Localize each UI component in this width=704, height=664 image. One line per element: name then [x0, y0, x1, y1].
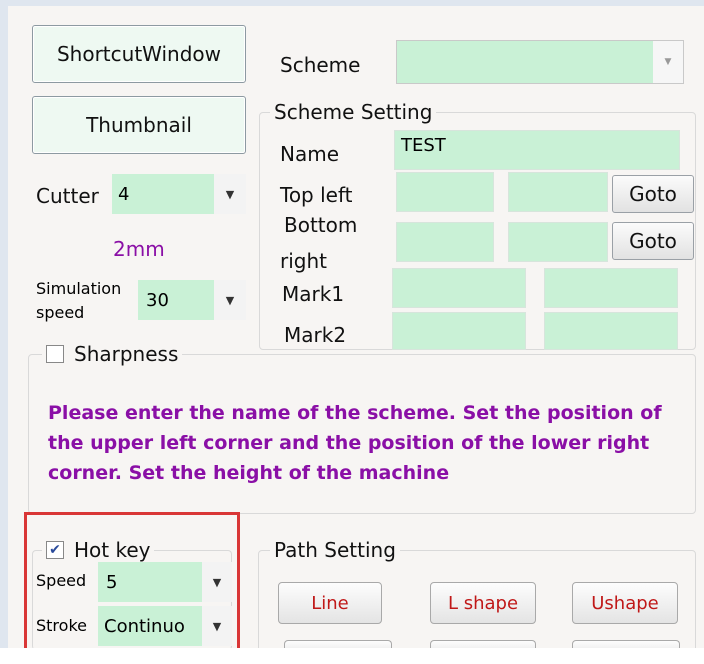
mark1-y-input[interactable] [544, 268, 678, 308]
u-shape-path-button[interactable]: Ushape [572, 582, 678, 624]
simulation-speed-value: 30 [138, 280, 214, 320]
bottom-right-y-input[interactable] [508, 222, 608, 262]
hotkey-checkbox-row[interactable]: ✔ Hot key [42, 538, 155, 562]
window-left-edge [0, 0, 8, 664]
shortcut-window-button-label: ShortcutWindow [56, 42, 222, 66]
simulation-speed-label: Simulation speed [36, 277, 121, 325]
bottom-right-label-line1: Bottom [284, 213, 358, 237]
thumbnail-button-label: Thumbnail [86, 113, 192, 137]
mark1-label: Mark1 [282, 282, 345, 306]
mark1-x-input[interactable] [392, 268, 526, 308]
check-icon: ✔ [49, 542, 61, 558]
simulation-speed-label-line1: Simulation [36, 279, 122, 298]
scheme-dropdown-arrow-icon[interactable]: ▼ [653, 41, 683, 83]
sharpness-checkbox-row[interactable]: Sharpness [42, 342, 183, 366]
line-path-button-label: Line [311, 592, 349, 614]
sharpness-checkbox[interactable] [46, 345, 64, 363]
goto-bottom-right-label: Goto [629, 229, 677, 253]
hotkey-checkbox[interactable]: ✔ [46, 541, 64, 559]
name-input[interactable]: TEST [394, 130, 680, 170]
speed-select[interactable]: 5 ▼ [98, 562, 232, 602]
l-shape-path-button[interactable]: L shape [430, 582, 536, 624]
stroke-select-value: Continuo [98, 606, 202, 646]
l-shape-path-button-label: L shape [447, 592, 519, 614]
scheme-select[interactable]: ▼ [396, 40, 684, 84]
scheme-label: Scheme [280, 53, 361, 77]
simulation-speed-label-line2: speed [36, 303, 85, 322]
top-left-y-input[interactable] [508, 172, 608, 212]
scheme-setting-title: Scheme Setting [270, 100, 437, 124]
scheme-select-value [397, 41, 653, 83]
bottom-right-x-input[interactable] [396, 222, 494, 262]
line-path-button[interactable]: Line [278, 582, 382, 624]
cutter-size-value: 2mm [113, 237, 165, 261]
cutter-label: Cutter [36, 184, 99, 208]
mark2-x-input[interactable] [392, 312, 526, 350]
name-label: Name [280, 142, 340, 166]
cutter-select-value: 4 [112, 174, 214, 214]
window-bottom-edge [0, 648, 704, 664]
bottom-right-label-line2: right [280, 249, 327, 273]
path-setting-title: Path Setting [270, 538, 400, 562]
stroke-dropdown-arrow-icon[interactable]: ▼ [202, 606, 232, 646]
sharpness-label: Sharpness [74, 342, 179, 366]
hotkey-label: Hot key [74, 538, 151, 562]
instruction-message: Please enter the name of the scheme. Set… [48, 402, 662, 484]
thumbnail-button[interactable]: Thumbnail [32, 96, 246, 154]
simulation-speed-dropdown-arrow-icon[interactable]: ▼ [214, 280, 246, 320]
simulation-speed-select[interactable]: 30 ▼ [138, 280, 246, 320]
shortcut-window-button[interactable]: ShortcutWindow [32, 25, 246, 83]
stroke-select[interactable]: Continuo ▼ [98, 606, 232, 646]
cutter-select[interactable]: 4 ▼ [112, 174, 246, 214]
goto-bottom-right-button[interactable]: Goto [612, 222, 694, 260]
top-left-x-input[interactable] [396, 172, 494, 212]
stroke-label: Stroke [36, 616, 87, 635]
u-shape-path-button-label: Ushape [591, 592, 659, 614]
mark2-y-input[interactable] [544, 312, 678, 350]
cutter-dropdown-arrow-icon[interactable]: ▼ [214, 174, 246, 214]
mark2-label: Mark2 [284, 323, 347, 347]
top-left-label: Top left [280, 183, 353, 207]
speed-dropdown-arrow-icon[interactable]: ▼ [202, 562, 232, 602]
goto-top-left-button[interactable]: Goto [612, 175, 694, 213]
speed-label: Speed [36, 571, 87, 590]
speed-select-value: 5 [98, 562, 202, 602]
goto-top-left-label: Goto [629, 182, 677, 206]
